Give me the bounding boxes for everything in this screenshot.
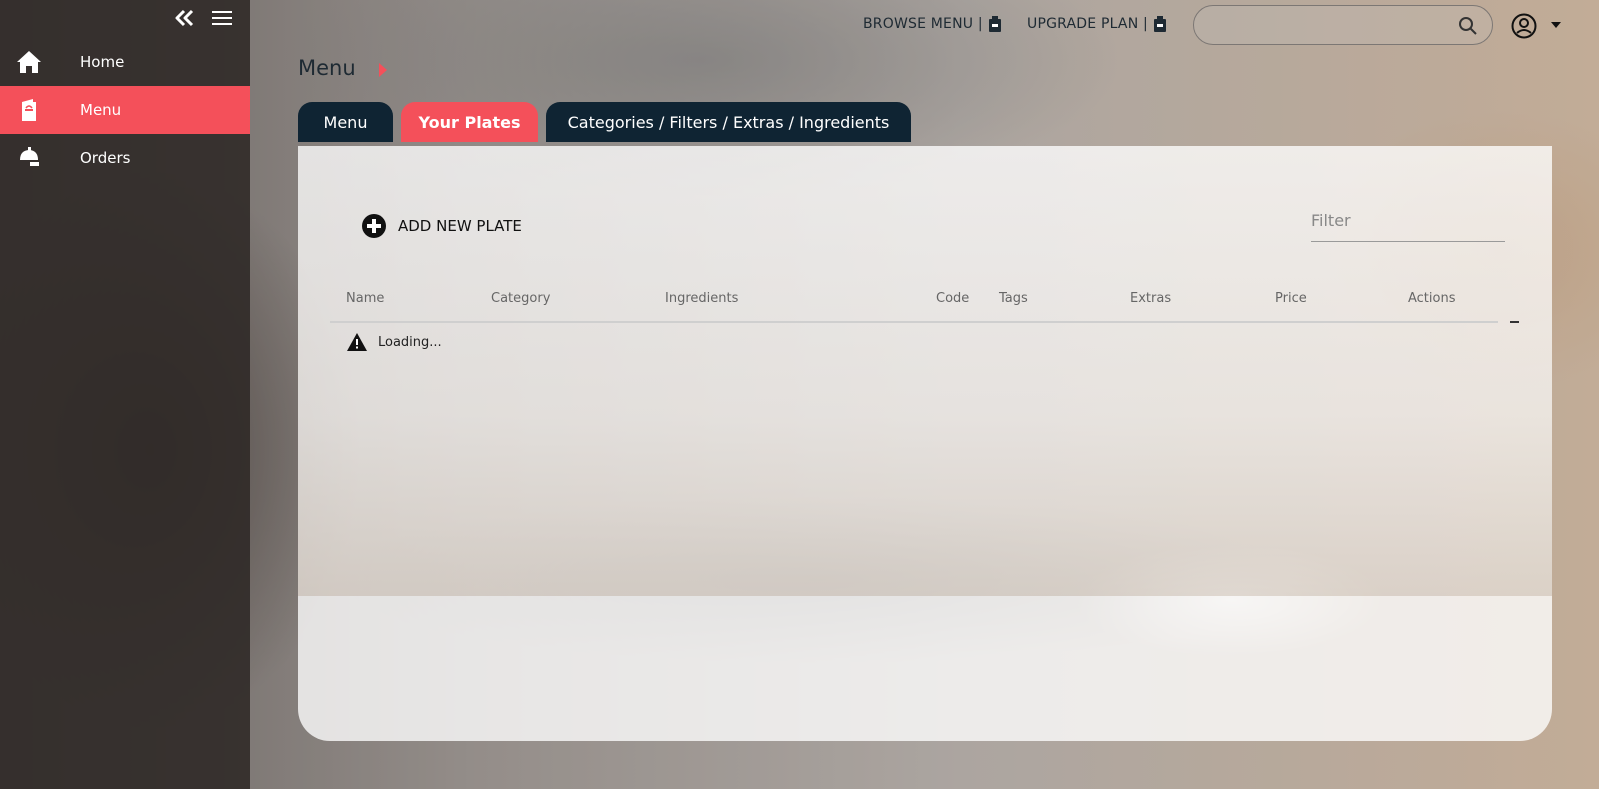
page-title: Menu [298, 56, 356, 80]
table-header-dash [1510, 321, 1519, 323]
search-icon[interactable] [1458, 16, 1478, 36]
add-new-plate-button[interactable]: ADD NEW PLATE [362, 214, 522, 238]
tab-label: Your Plates [418, 112, 521, 132]
shopping-bag-icon [1153, 16, 1166, 32]
table-loading-row: Loading... [346, 332, 442, 352]
plates-panel: ADD NEW PLATE Name Category Ingredients … [298, 146, 1552, 741]
sidebar-item-label: Menu [80, 101, 122, 119]
shopping-bag-icon [988, 16, 1001, 32]
sidebar-item-home[interactable]: Home [0, 38, 250, 86]
caret-right-icon [379, 63, 387, 77]
home-icon [16, 49, 42, 75]
tab-label: Menu [323, 112, 368, 132]
tab-your-plates[interactable]: Your Plates [401, 102, 538, 142]
double-chevron-left-icon[interactable] [174, 9, 194, 27]
column-header-code[interactable]: Code [936, 291, 969, 306]
search-input[interactable] [1208, 14, 1448, 36]
loading-text: Loading... [378, 334, 442, 350]
sidebar-item-orders[interactable]: Orders [0, 134, 250, 182]
column-header-category[interactable]: Category [491, 291, 550, 306]
column-header-extras[interactable]: Extras [1130, 291, 1171, 306]
warning-icon [347, 333, 367, 351]
column-header-name[interactable]: Name [346, 291, 384, 306]
table-header-divider [330, 321, 1498, 323]
column-header-price[interactable]: Price [1275, 291, 1307, 306]
sidebar-toolbar [0, 0, 250, 38]
column-header-tags[interactable]: Tags [999, 291, 1028, 306]
sidebar-item-label: Home [80, 53, 125, 71]
sidebar-item-menu[interactable]: Menu [0, 86, 250, 134]
room-service-icon [16, 145, 42, 171]
browse-menu-link[interactable]: BROWSE MENU | [863, 16, 1001, 32]
add-new-plate-label: ADD NEW PLATE [398, 217, 522, 235]
sidebar-item-label: Orders [80, 149, 131, 167]
upgrade-plan-link[interactable]: UPGRADE PLAN | [1027, 16, 1166, 32]
add-circle-icon [362, 214, 386, 238]
tab-categories-filters-extras-ingredients[interactable]: Categories / Filters / Extras / Ingredie… [546, 102, 911, 142]
tab-menu[interactable]: Menu [298, 102, 393, 142]
upgrade-plan-label: UPGRADE PLAN | [1027, 16, 1148, 32]
hamburger-menu-icon[interactable] [212, 10, 232, 26]
top-bar: BROWSE MENU | UPGRADE PLAN | [250, 0, 1599, 50]
account-circle-icon[interactable] [1511, 13, 1537, 39]
browse-menu-label: BROWSE MENU | [863, 16, 983, 32]
sidebar: Home Menu Orders [0, 0, 250, 789]
search-box [1193, 5, 1493, 45]
caret-down-icon[interactable] [1551, 22, 1561, 29]
column-header-ingredients[interactable]: Ingredients [665, 291, 738, 306]
filter-input[interactable] [1311, 200, 1505, 242]
column-header-actions: Actions [1408, 291, 1456, 306]
menu-book-icon [16, 97, 42, 123]
tab-label: Categories / Filters / Extras / Ingredie… [567, 112, 890, 132]
